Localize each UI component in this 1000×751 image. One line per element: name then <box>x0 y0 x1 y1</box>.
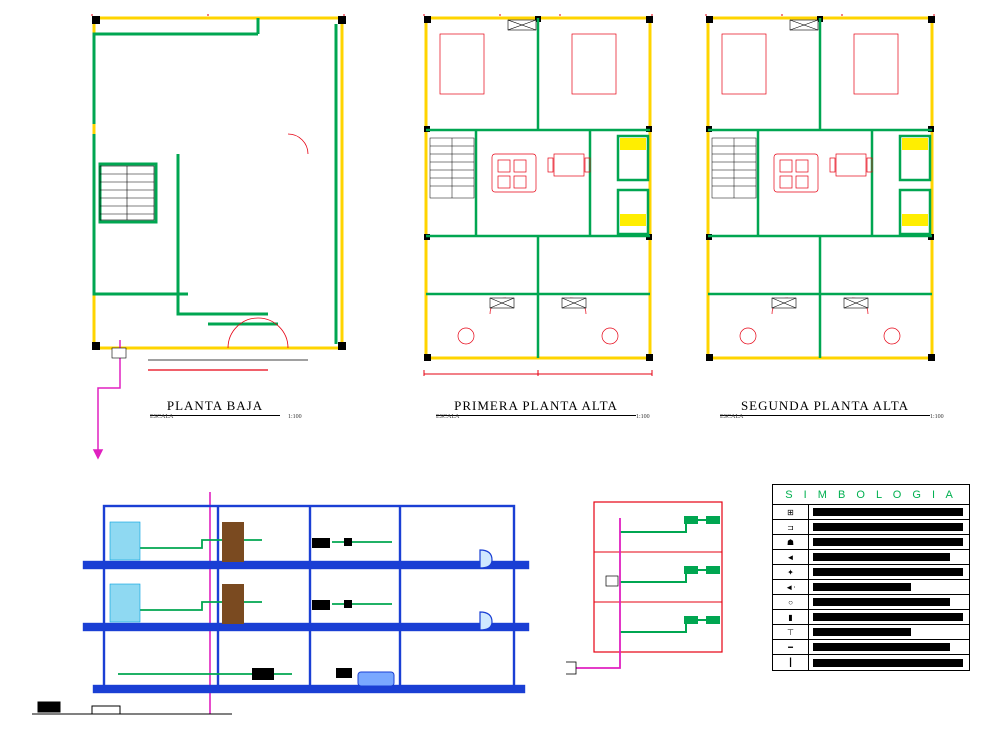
legend-symbol: ━ <box>773 640 809 654</box>
legend-row: ━ <box>773 640 969 655</box>
legend-description-bar <box>813 613 963 621</box>
legend-description-bar <box>813 643 950 651</box>
legend-description-bar <box>813 553 950 561</box>
legend-symbol: ◄ <box>773 550 809 564</box>
scale-first: ESCALA <box>436 414 459 420</box>
legend-title: S I M B O L O G I A <box>773 485 969 505</box>
legend-symbol: ⊤ <box>773 625 809 639</box>
label-second-floor: SEGUNDA PLANTA ALTA <box>720 398 930 416</box>
legend-symbol: ▮ <box>773 610 809 624</box>
legend-description-bar <box>813 568 963 576</box>
plan-second-floor <box>702 14 940 376</box>
scale-ground: ESCALA <box>150 414 173 420</box>
legend-symbol: ○ <box>773 595 809 609</box>
legend-row: ◄· <box>773 580 969 595</box>
legend-row: ⊞ <box>773 505 969 520</box>
legend-description-bar <box>813 538 963 546</box>
legend-row: ┃ <box>773 655 969 670</box>
legend-symbology: S I M B O L O G I A ⊞⊐☗◄✦◄·○▮⊤━┃ <box>772 484 970 671</box>
legend-row: ✦ <box>773 565 969 580</box>
legend-symbol: ⊐ <box>773 520 809 534</box>
legend-description-bar <box>813 523 963 531</box>
legend-row: ⊤ <box>773 625 969 640</box>
plan-first-floor <box>420 14 658 376</box>
legend-description-bar <box>813 659 963 667</box>
legend-description-bar <box>813 628 911 636</box>
legend-row: ◄ <box>773 550 969 565</box>
legend-symbol: ⊞ <box>773 505 809 519</box>
scale-ground-val: 1:100 <box>288 414 302 420</box>
legend-row: ⊐ <box>773 520 969 535</box>
riser-diagram <box>566 498 728 686</box>
legend-row: ▮ <box>773 610 969 625</box>
legend-description-bar <box>813 508 963 516</box>
riser-leader-ground <box>50 340 150 460</box>
legend-symbol: ◄· <box>773 580 809 594</box>
section-elevation <box>32 492 532 740</box>
legend-description-bar <box>813 583 911 591</box>
scale-first-val: 1:100 <box>636 414 650 420</box>
scale-second: ESCALA <box>720 414 743 420</box>
legend-symbol: ✦ <box>773 565 809 579</box>
legend-row: ☗ <box>773 535 969 550</box>
legend-row: ○ <box>773 595 969 610</box>
plan-ground-floor <box>88 14 348 376</box>
label-first-floor: PRIMERA PLANTA ALTA <box>436 398 636 416</box>
scale-second-val: 1:100 <box>930 414 944 420</box>
legend-description-bar <box>813 598 950 606</box>
legend-symbol: ☗ <box>773 535 809 549</box>
legend-symbol: ┃ <box>773 655 809 670</box>
